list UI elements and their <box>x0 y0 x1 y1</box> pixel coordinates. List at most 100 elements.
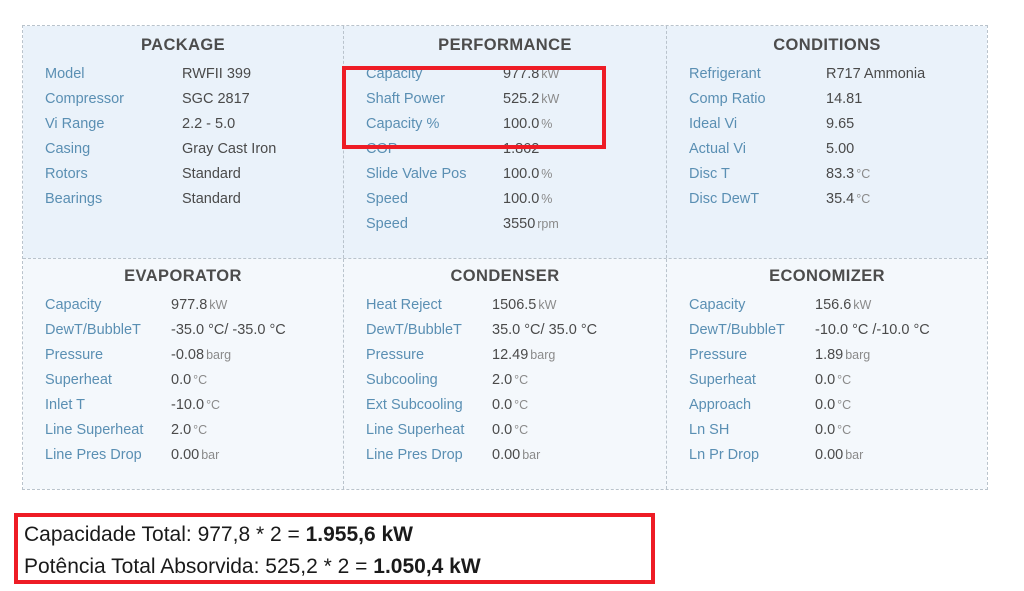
spec-label: DewT/BubbleT <box>45 322 141 338</box>
spec-label: Heat Reject <box>366 297 442 313</box>
spec-value-number: Gray Cast Iron <box>182 141 277 157</box>
spec-row: Vi Range 2.2 - 5.0 <box>45 116 329 141</box>
spec-value-number: 0.0 <box>492 422 513 438</box>
spec-row-group: Capacity 977.8 kW Shaft Power 525.2 kW Capacit… <box>344 58 666 241</box>
spec-row: DewT/BubbleT 35.0 °C/ 35.0 °C <box>366 322 652 347</box>
spec-value-unit: °C <box>514 423 529 437</box>
spec-row: Model RWFII 399 <box>45 66 329 91</box>
spec-label: Superheat <box>45 372 112 388</box>
spec-value: 35.0 °C/ 35.0 °C <box>492 322 597 338</box>
spec-value-number: 2.0 <box>171 422 192 438</box>
spec-value: 1.862 <box>503 141 539 157</box>
spec-label: DewT/BubbleT <box>689 322 785 338</box>
spec-value: -35.0 °C/ -35.0 °C <box>171 322 286 338</box>
spec-value-number: 0.0 <box>815 372 836 388</box>
spec-value-unit: kW <box>541 67 560 81</box>
spec-label: DewT/BubbleT <box>366 322 462 338</box>
spec-row: Ln Pr Drop 0.00 bar <box>689 447 973 472</box>
spec-value-unit: % <box>541 117 553 131</box>
spec-row: Casing Gray Cast Iron <box>45 141 329 166</box>
spec-label: Capacity <box>45 297 102 313</box>
spec-row: Heat Reject 1506.5 kW <box>366 297 652 322</box>
spec-label: Speed <box>366 191 408 207</box>
spec-row: Shaft Power 525.2 kW <box>366 91 652 116</box>
spec-row: Inlet T -10.0 °C <box>45 397 329 422</box>
spec-label: Actual Vi <box>689 141 746 157</box>
spec-value: 0.00 bar <box>492 447 540 463</box>
spec-row: Pressure 12.49 barg <box>366 347 652 372</box>
spec-row: Pressure 1.89 barg <box>689 347 973 372</box>
spec-value: 0.0 °C <box>492 397 528 413</box>
spec-value-number: 977.8 <box>503 66 540 82</box>
spec-value-unit: barg <box>845 348 871 362</box>
spec-value-number: 0.00 <box>492 447 521 463</box>
spec-value-unit: bar <box>522 448 541 462</box>
spec-label: Refrigerant <box>689 66 761 82</box>
spec-value-number: 35.4 <box>826 191 855 207</box>
spec-row: Speed 3550 rpm <box>366 216 652 241</box>
spec-column-condenser: CONDENSER Heat Reject 1506.5 kW DewT/BubbleT… <box>343 259 666 489</box>
spec-value-number: 0.0 <box>815 397 836 413</box>
spec-column-title: CONDITIONS <box>773 36 881 54</box>
spec-label: Line Pres Drop <box>366 447 463 463</box>
table-band-bottom: EVAPORATOR Capacity 977.8 kW DewT/BubbleT -35… <box>23 258 987 489</box>
spec-value-number: 156.6 <box>815 297 852 313</box>
spec-row: Disc DewT 35.4 °C <box>689 191 973 216</box>
spec-value-unit: °C <box>856 167 871 181</box>
spec-value-unit: °C <box>193 373 208 387</box>
spec-value: SGC 2817 <box>182 91 250 107</box>
spec-label: Bearings <box>45 191 103 207</box>
spec-row: Rotors Standard <box>45 166 329 191</box>
spec-label: Ln SH <box>689 422 730 438</box>
spec-label: Vi Range <box>45 116 105 132</box>
summary-line-prefix: Potência Total Absorvida: 525,2 * 2 = <box>24 555 374 578</box>
spec-value-unit: barg <box>206 348 232 362</box>
spec-row: COP 1.862 <box>366 141 652 166</box>
spec-label: Pressure <box>366 347 425 363</box>
spec-value-unit: °C <box>193 423 208 437</box>
spec-value: -10.0 °C /-10.0 °C <box>815 322 930 338</box>
spec-value-unit: kW <box>853 298 872 312</box>
spec-column-conditions: CONDITIONS Refrigerant R717 Ammonia Comp Ra… <box>666 26 987 258</box>
spec-row: Ideal Vi 9.65 <box>689 116 973 141</box>
spec-value-number: 0.0 <box>815 422 836 438</box>
spec-value-number: 35.0 °C/ 35.0 °C <box>492 322 598 338</box>
spec-value-number: 12.49 <box>492 347 529 363</box>
spec-row: Line Pres Drop 0.00 bar <box>366 447 652 472</box>
spec-row: Approach 0.0 °C <box>689 397 973 422</box>
spec-label: Line Pres Drop <box>45 447 142 463</box>
spec-label: Pressure <box>689 347 748 363</box>
spec-label: Rotors <box>45 166 88 182</box>
spec-value-number: Standard <box>182 191 241 207</box>
spec-value: 100.0% <box>503 191 552 207</box>
spec-value-number: 0.0 <box>492 397 513 413</box>
spec-row: Pressure -0.08 barg <box>45 347 329 372</box>
spec-value-number: 1506.5 <box>492 297 537 313</box>
spec-label: Disc DewT <box>689 191 760 207</box>
spec-value-unit: °C <box>514 373 529 387</box>
spec-value: 35.4 °C <box>826 191 870 207</box>
spec-row: Slide Valve Pos 100.0% <box>366 166 652 191</box>
spec-label: Capacity <box>689 297 746 313</box>
spec-value: 100.0% <box>503 116 552 132</box>
spec-value-number: 1.862 <box>503 141 540 157</box>
specification-table: PACKAGE Model RWFII 399 Compressor SGC 2817 V… <box>22 25 988 490</box>
spec-value-unit: % <box>541 192 553 206</box>
spec-value-number: 3550 <box>503 216 536 232</box>
spec-value-number: 83.3 <box>826 166 855 182</box>
spec-value: -10.0 °C <box>171 397 220 413</box>
spec-row: Refrigerant R717 Ammonia <box>689 66 973 91</box>
spec-value: -0.08 barg <box>171 347 231 363</box>
spec-row: Superheat 0.0 °C <box>45 372 329 397</box>
spec-label: Ideal Vi <box>689 116 738 132</box>
spec-value-number: 1.89 <box>815 347 844 363</box>
spec-value-number: Standard <box>182 166 241 182</box>
spec-value: 0.0 °C <box>815 422 851 438</box>
spec-value-unit: bar <box>845 448 864 462</box>
spec-value: 2.0 °C <box>492 372 528 388</box>
spec-label: Ext Subcooling <box>366 397 463 413</box>
spec-row: Speed 100.0% <box>366 191 652 216</box>
spec-value: Standard <box>182 166 241 182</box>
spec-value: 977.8 kW <box>503 66 559 82</box>
spec-label: Disc T <box>689 166 730 182</box>
